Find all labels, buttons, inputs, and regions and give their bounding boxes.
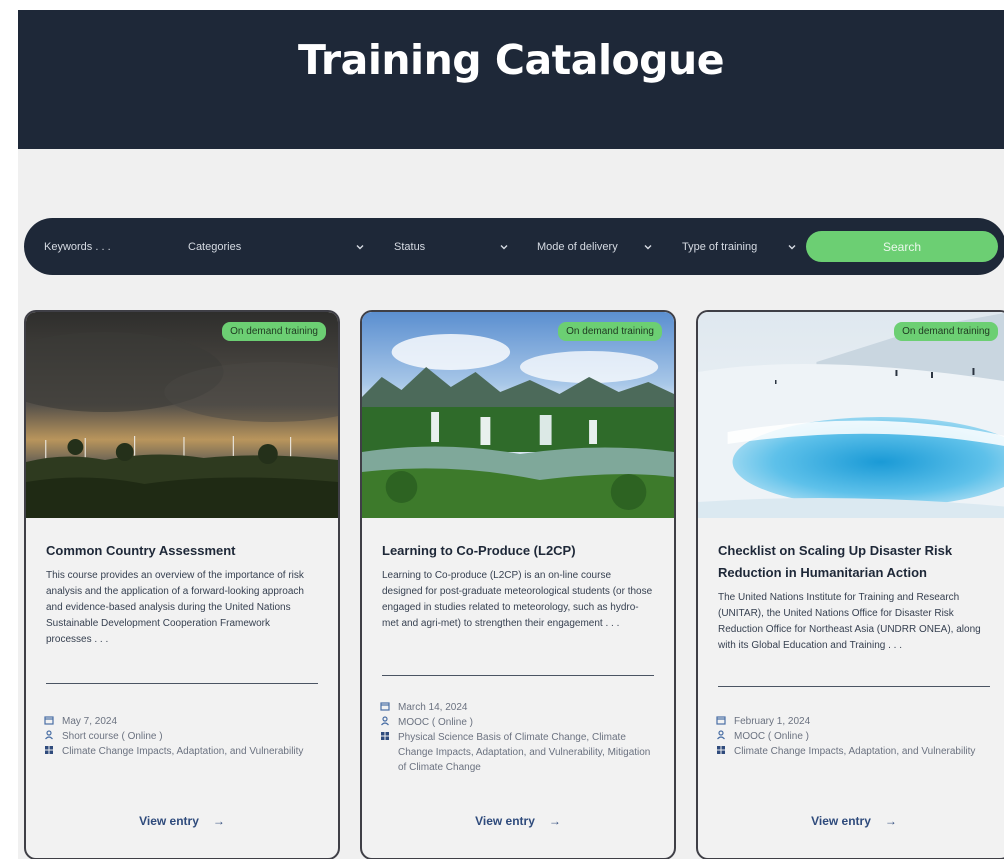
card-date: May 7, 2024 <box>62 716 118 727</box>
view-entry-label: View entry <box>139 814 199 828</box>
divider <box>46 683 318 684</box>
card-mode: MOOC ( Online ) <box>734 731 810 742</box>
training-card: On demand training Learning to Co-Produc… <box>360 310 676 859</box>
card-categories: Climate Change Impacts, Adaptation, and … <box>734 746 976 757</box>
chevron-down-icon <box>643 218 653 275</box>
user-icon <box>716 730 728 742</box>
card-meta: May 7, 2024 Short course ( Online ) Clim… <box>44 714 322 759</box>
grid-icon <box>44 745 56 757</box>
calendar-icon <box>44 715 56 727</box>
grid-icon <box>380 731 392 743</box>
divider <box>718 686 990 687</box>
card-meta: March 14, 2024 MOOC ( Online ) Physical … <box>380 700 658 775</box>
card-description: This course provides an overview of the … <box>46 570 304 645</box>
card-title[interactable]: Checklist on Scaling Up Disaster Risk Re… <box>718 540 990 584</box>
type-of-training-select[interactable]: Type of training <box>682 218 757 275</box>
grid-icon <box>716 745 728 757</box>
chevron-down-icon <box>787 218 797 275</box>
arrow-right-icon: → <box>884 814 897 828</box>
page-title: Training Catalogue <box>297 36 725 84</box>
filter-bar: Keywords . . . Categories Status Mode of… <box>24 218 1004 275</box>
view-entry-link[interactable]: View entry → <box>362 814 674 828</box>
calendar-icon <box>380 701 392 713</box>
view-entry-link[interactable]: View entry → <box>26 814 338 828</box>
view-entry-label: View entry <box>475 814 535 828</box>
chevron-down-icon <box>499 218 509 275</box>
status-select[interactable]: Status <box>394 218 425 275</box>
status-badge: On demand training <box>222 322 326 341</box>
card-title[interactable]: Common Country Assessment <box>46 540 318 562</box>
status-badge: On demand training <box>894 322 998 341</box>
calendar-icon <box>716 715 728 727</box>
card-image: On demand training <box>362 312 674 518</box>
card-mode: MOOC ( Online ) <box>398 717 474 728</box>
training-card: On demand training Common Country Assess… <box>24 310 340 859</box>
card-image: On demand training <box>698 312 1004 518</box>
search-button[interactable]: Search <box>806 231 998 262</box>
card-mode: Short course ( Online ) <box>62 731 163 742</box>
keywords-input[interactable]: Keywords . . . <box>44 218 111 275</box>
card-date: March 14, 2024 <box>398 702 468 713</box>
card-meta: February 1, 2024 MOOC ( Online ) Climate… <box>716 714 994 759</box>
card-categories: Climate Change Impacts, Adaptation, and … <box>62 746 304 757</box>
arrow-right-icon: → <box>212 814 225 828</box>
mode-of-delivery-select[interactable]: Mode of delivery <box>537 218 618 275</box>
categories-select[interactable]: Categories <box>188 218 241 275</box>
card-description: The United Nations Institute for Trainin… <box>718 592 981 651</box>
training-card: On demand training Checklist on Scaling … <box>696 310 1004 859</box>
status-badge: On demand training <box>558 322 662 341</box>
card-description: Learning to Co-produce (L2CP) is an on-l… <box>382 570 653 629</box>
arrow-right-icon: → <box>548 814 561 828</box>
user-icon <box>380 716 392 728</box>
page: Training Catalogue Keywords . . . Catego… <box>18 10 1004 859</box>
view-entry-label: View entry <box>811 814 871 828</box>
user-icon <box>44 730 56 742</box>
divider <box>382 675 654 676</box>
chevron-down-icon <box>355 218 365 275</box>
card-categories: Physical Science Basis of Climate Change… <box>398 732 651 773</box>
view-entry-link[interactable]: View entry → <box>698 814 1004 828</box>
card-title[interactable]: Learning to Co-Produce (L2CP) <box>382 540 654 562</box>
card-date: February 1, 2024 <box>734 716 811 727</box>
card-image: On demand training <box>26 312 338 518</box>
header-banner: Training Catalogue <box>18 10 1004 149</box>
